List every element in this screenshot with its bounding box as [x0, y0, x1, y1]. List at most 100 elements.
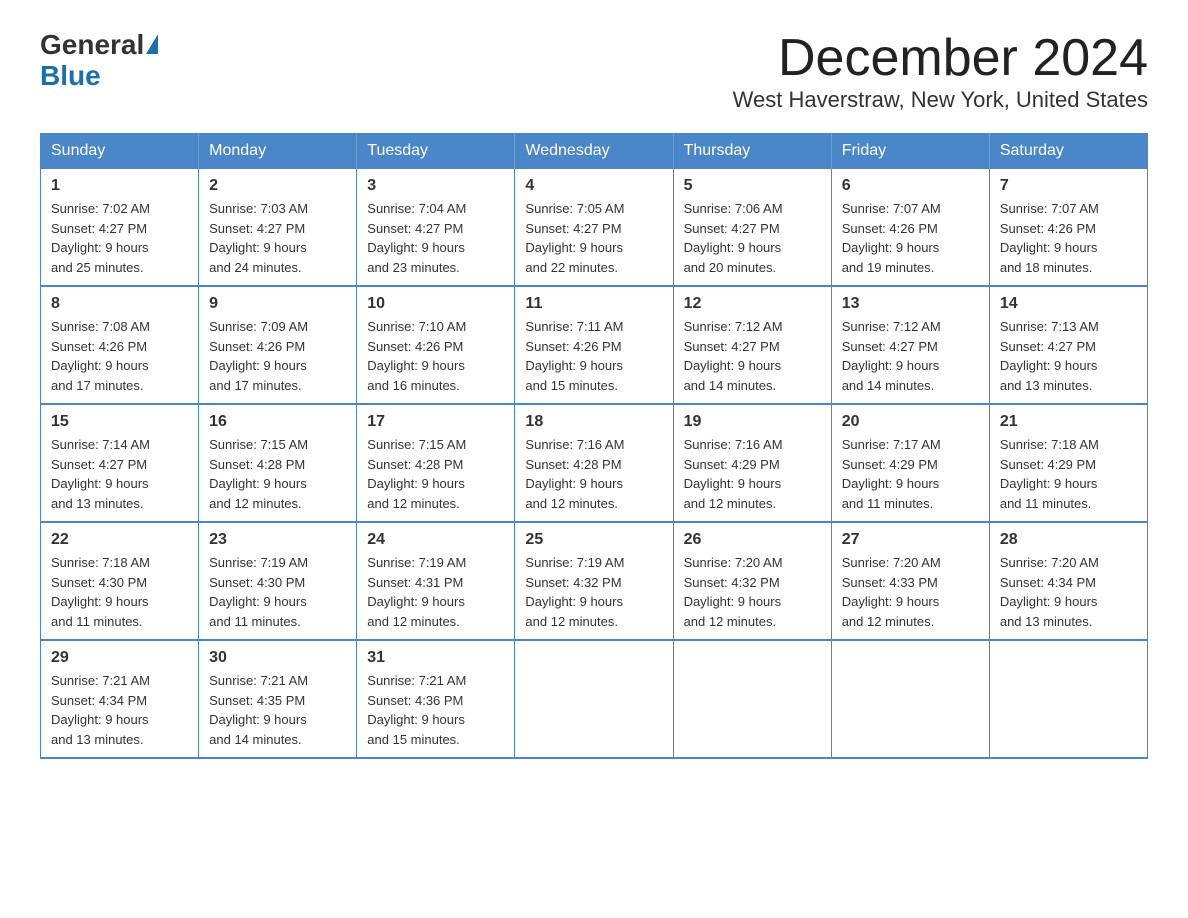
day-cell: 12 Sunrise: 7:12 AMSunset: 4:27 PMDaylig…	[673, 286, 831, 404]
day-number: 15	[51, 413, 188, 431]
weekday-header-friday: Friday	[831, 134, 989, 169]
day-number: 12	[684, 295, 821, 313]
day-cell: 2 Sunrise: 7:03 AMSunset: 4:27 PMDayligh…	[199, 169, 357, 287]
day-number: 30	[209, 649, 346, 667]
day-cell: 18 Sunrise: 7:16 AMSunset: 4:28 PMDaylig…	[515, 404, 673, 522]
weekday-header-monday: Monday	[199, 134, 357, 169]
day-number: 11	[525, 295, 662, 313]
day-info: Sunrise: 7:15 AMSunset: 4:28 PMDaylight:…	[209, 437, 308, 511]
day-info: Sunrise: 7:08 AMSunset: 4:26 PMDaylight:…	[51, 319, 150, 393]
day-cell: 27 Sunrise: 7:20 AMSunset: 4:33 PMDaylig…	[831, 522, 989, 640]
day-cell	[831, 640, 989, 758]
day-info: Sunrise: 7:20 AMSunset: 4:33 PMDaylight:…	[842, 555, 941, 629]
day-info: Sunrise: 7:17 AMSunset: 4:29 PMDaylight:…	[842, 437, 941, 511]
day-info: Sunrise: 7:07 AMSunset: 4:26 PMDaylight:…	[842, 201, 941, 275]
day-info: Sunrise: 7:19 AMSunset: 4:30 PMDaylight:…	[209, 555, 308, 629]
day-cell: 4 Sunrise: 7:05 AMSunset: 4:27 PMDayligh…	[515, 169, 673, 287]
weekday-header-saturday: Saturday	[989, 134, 1147, 169]
day-cell	[989, 640, 1147, 758]
day-number: 17	[367, 413, 504, 431]
day-cell: 5 Sunrise: 7:06 AMSunset: 4:27 PMDayligh…	[673, 169, 831, 287]
week-row-3: 15 Sunrise: 7:14 AMSunset: 4:27 PMDaylig…	[41, 404, 1148, 522]
calendar-table: SundayMondayTuesdayWednesdayThursdayFrid…	[40, 133, 1148, 759]
day-cell: 26 Sunrise: 7:20 AMSunset: 4:32 PMDaylig…	[673, 522, 831, 640]
logo-blue-text: Blue	[40, 61, 158, 92]
day-cell	[515, 640, 673, 758]
day-cell: 7 Sunrise: 7:07 AMSunset: 4:26 PMDayligh…	[989, 169, 1147, 287]
day-cell: 19 Sunrise: 7:16 AMSunset: 4:29 PMDaylig…	[673, 404, 831, 522]
day-info: Sunrise: 7:20 AMSunset: 4:32 PMDaylight:…	[684, 555, 783, 629]
logo: General Blue	[40, 30, 158, 92]
weekday-header-row: SundayMondayTuesdayWednesdayThursdayFrid…	[41, 134, 1148, 169]
weekday-header-thursday: Thursday	[673, 134, 831, 169]
day-number: 3	[367, 177, 504, 195]
day-cell: 20 Sunrise: 7:17 AMSunset: 4:29 PMDaylig…	[831, 404, 989, 522]
day-info: Sunrise: 7:18 AMSunset: 4:29 PMDaylight:…	[1000, 437, 1099, 511]
day-cell: 16 Sunrise: 7:15 AMSunset: 4:28 PMDaylig…	[199, 404, 357, 522]
week-row-1: 1 Sunrise: 7:02 AMSunset: 4:27 PMDayligh…	[41, 169, 1148, 287]
day-cell: 21 Sunrise: 7:18 AMSunset: 4:29 PMDaylig…	[989, 404, 1147, 522]
day-info: Sunrise: 7:12 AMSunset: 4:27 PMDaylight:…	[842, 319, 941, 393]
day-number: 26	[684, 531, 821, 549]
page-header: General Blue December 2024 West Haverstr…	[40, 30, 1148, 113]
day-cell: 24 Sunrise: 7:19 AMSunset: 4:31 PMDaylig…	[357, 522, 515, 640]
day-cell: 25 Sunrise: 7:19 AMSunset: 4:32 PMDaylig…	[515, 522, 673, 640]
day-info: Sunrise: 7:21 AMSunset: 4:36 PMDaylight:…	[367, 673, 466, 747]
day-info: Sunrise: 7:12 AMSunset: 4:27 PMDaylight:…	[684, 319, 783, 393]
day-info: Sunrise: 7:19 AMSunset: 4:31 PMDaylight:…	[367, 555, 466, 629]
day-info: Sunrise: 7:14 AMSunset: 4:27 PMDaylight:…	[51, 437, 150, 511]
day-info: Sunrise: 7:07 AMSunset: 4:26 PMDaylight:…	[1000, 201, 1099, 275]
day-cell: 8 Sunrise: 7:08 AMSunset: 4:26 PMDayligh…	[41, 286, 199, 404]
day-info: Sunrise: 7:09 AMSunset: 4:26 PMDaylight:…	[209, 319, 308, 393]
day-number: 18	[525, 413, 662, 431]
weekday-header-sunday: Sunday	[41, 134, 199, 169]
day-number: 13	[842, 295, 979, 313]
day-cell: 6 Sunrise: 7:07 AMSunset: 4:26 PMDayligh…	[831, 169, 989, 287]
weekday-header-wednesday: Wednesday	[515, 134, 673, 169]
day-number: 16	[209, 413, 346, 431]
day-cell: 22 Sunrise: 7:18 AMSunset: 4:30 PMDaylig…	[41, 522, 199, 640]
day-cell: 1 Sunrise: 7:02 AMSunset: 4:27 PMDayligh…	[41, 169, 199, 287]
day-number: 10	[367, 295, 504, 313]
title-area: December 2024 West Haverstraw, New York,…	[733, 30, 1148, 113]
day-number: 20	[842, 413, 979, 431]
logo-triangle-icon	[146, 34, 158, 54]
day-info: Sunrise: 7:20 AMSunset: 4:34 PMDaylight:…	[1000, 555, 1099, 629]
day-cell: 11 Sunrise: 7:11 AMSunset: 4:26 PMDaylig…	[515, 286, 673, 404]
day-number: 2	[209, 177, 346, 195]
day-info: Sunrise: 7:19 AMSunset: 4:32 PMDaylight:…	[525, 555, 624, 629]
day-cell: 15 Sunrise: 7:14 AMSunset: 4:27 PMDaylig…	[41, 404, 199, 522]
day-info: Sunrise: 7:03 AMSunset: 4:27 PMDaylight:…	[209, 201, 308, 275]
day-info: Sunrise: 7:18 AMSunset: 4:30 PMDaylight:…	[51, 555, 150, 629]
week-row-4: 22 Sunrise: 7:18 AMSunset: 4:30 PMDaylig…	[41, 522, 1148, 640]
day-cell: 17 Sunrise: 7:15 AMSunset: 4:28 PMDaylig…	[357, 404, 515, 522]
day-number: 7	[1000, 177, 1137, 195]
day-number: 31	[367, 649, 504, 667]
day-info: Sunrise: 7:15 AMSunset: 4:28 PMDaylight:…	[367, 437, 466, 511]
day-info: Sunrise: 7:13 AMSunset: 4:27 PMDaylight:…	[1000, 319, 1099, 393]
day-number: 1	[51, 177, 188, 195]
day-cell: 30 Sunrise: 7:21 AMSunset: 4:35 PMDaylig…	[199, 640, 357, 758]
day-info: Sunrise: 7:21 AMSunset: 4:34 PMDaylight:…	[51, 673, 150, 747]
location-title: West Haverstraw, New York, United States	[733, 87, 1148, 113]
day-number: 5	[684, 177, 821, 195]
day-cell: 13 Sunrise: 7:12 AMSunset: 4:27 PMDaylig…	[831, 286, 989, 404]
day-info: Sunrise: 7:11 AMSunset: 4:26 PMDaylight:…	[525, 319, 623, 393]
week-row-2: 8 Sunrise: 7:08 AMSunset: 4:26 PMDayligh…	[41, 286, 1148, 404]
day-number: 4	[525, 177, 662, 195]
day-info: Sunrise: 7:10 AMSunset: 4:26 PMDaylight:…	[367, 319, 466, 393]
day-info: Sunrise: 7:16 AMSunset: 4:28 PMDaylight:…	[525, 437, 624, 511]
day-cell: 14 Sunrise: 7:13 AMSunset: 4:27 PMDaylig…	[989, 286, 1147, 404]
day-cell: 3 Sunrise: 7:04 AMSunset: 4:27 PMDayligh…	[357, 169, 515, 287]
weekday-header-tuesday: Tuesday	[357, 134, 515, 169]
day-info: Sunrise: 7:06 AMSunset: 4:27 PMDaylight:…	[684, 201, 783, 275]
day-info: Sunrise: 7:02 AMSunset: 4:27 PMDaylight:…	[51, 201, 150, 275]
day-cell: 9 Sunrise: 7:09 AMSunset: 4:26 PMDayligh…	[199, 286, 357, 404]
logo-general-text: General	[40, 30, 144, 61]
day-number: 25	[525, 531, 662, 549]
day-cell	[673, 640, 831, 758]
day-info: Sunrise: 7:05 AMSunset: 4:27 PMDaylight:…	[525, 201, 624, 275]
day-cell: 23 Sunrise: 7:19 AMSunset: 4:30 PMDaylig…	[199, 522, 357, 640]
week-row-5: 29 Sunrise: 7:21 AMSunset: 4:34 PMDaylig…	[41, 640, 1148, 758]
day-number: 9	[209, 295, 346, 313]
